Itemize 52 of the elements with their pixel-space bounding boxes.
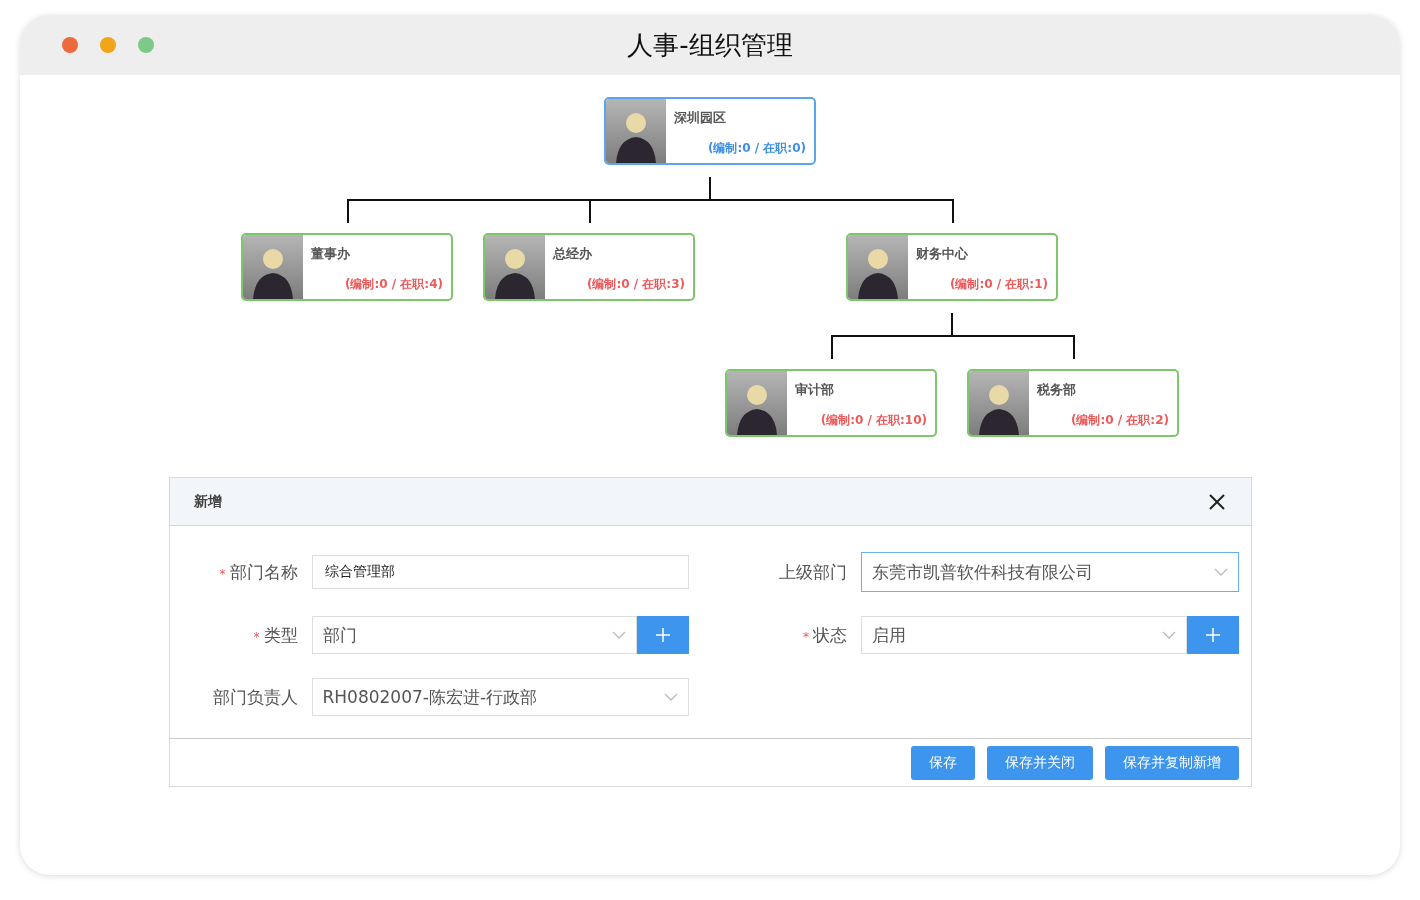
field-label: 类型 — [263, 624, 298, 645]
add-button[interactable] — [637, 616, 689, 654]
photo-placeholder — [243, 235, 303, 299]
department-name: 总经办 — [553, 245, 593, 263]
plus-icon — [656, 628, 670, 642]
chevron-down-icon — [612, 631, 626, 639]
org-node-card[interactable]: 税务部 (编制:0 / 在职:2) — [967, 369, 1179, 437]
headcount-text: (编制:0 / 在职:3) — [586, 276, 685, 293]
window-title: 人事-组织管理 — [627, 29, 793, 60]
chevron-down-icon — [664, 693, 678, 701]
close-dot-icon[interactable] — [62, 37, 78, 53]
photo-placeholder — [485, 235, 545, 299]
required-asterisk: * — [253, 629, 260, 644]
field-label: 状态 — [813, 624, 847, 645]
select-field[interactable]: 东莞市凯普软件科技有限公司 — [861, 552, 1239, 592]
department-name: 财务中心 — [916, 245, 969, 263]
close-button[interactable] — [1206, 491, 1227, 512]
headcount-text: (编制:0 / 在职:1) — [949, 276, 1048, 293]
department-name: 审计部 — [795, 381, 835, 399]
photo-placeholder — [606, 99, 666, 163]
required-asterisk: * — [219, 566, 226, 581]
org-node-card[interactable]: 深圳园区 (编制:0 / 在职:0) — [604, 97, 816, 165]
minimize-dot-icon[interactable] — [100, 37, 116, 53]
plus-icon — [1205, 628, 1220, 642]
select-field[interactable]: 启用 — [861, 616, 1187, 654]
chevron-down-icon — [1161, 631, 1176, 639]
field-label: 部门负责人 — [212, 686, 298, 707]
headcount-text: (编制:0 / 在职:4) — [344, 276, 443, 293]
headcount-text: (编制:0 / 在职:10) — [819, 412, 927, 429]
maximize-dot-icon[interactable] — [138, 37, 154, 53]
select-field[interactable]: RH0802007-陈宏进-行政部 — [311, 678, 689, 716]
photo-placeholder — [969, 371, 1029, 435]
photo-placeholder — [848, 235, 908, 299]
headcount-text: (编制:0 / 在职:0) — [707, 140, 806, 157]
org-node-card[interactable]: 审计部 (编制:0 / 在职:10) — [725, 369, 937, 437]
chevron-down-icon — [1213, 568, 1228, 576]
field-label: 部门名称 — [229, 561, 298, 582]
department-name: 董事办 — [311, 245, 351, 263]
headcount-text: (编制:0 / 在职:2) — [1070, 412, 1169, 429]
dialog-title: 新增 — [193, 492, 222, 511]
department-name: 税务部 — [1037, 381, 1077, 399]
select-field[interactable]: 部门 — [311, 616, 637, 654]
required-asterisk: * — [803, 629, 809, 644]
close-icon — [1206, 491, 1227, 512]
org-node-card[interactable]: 董事办 (编制:0 / 在职:4) — [241, 233, 453, 301]
photo-placeholder — [727, 371, 787, 435]
input-field[interactable]: 综合管理部 — [311, 555, 689, 589]
field-label: 上级部门 — [779, 561, 847, 582]
department-name: 深圳园区 — [674, 109, 727, 127]
add-button[interactable] — [1186, 616, 1239, 654]
org-node-card[interactable]: 财务中心 (编制:0 / 在职:1) — [846, 233, 1058, 301]
org-node-card[interactable]: 总经办 (编制:0 / 在职:3) — [483, 233, 695, 301]
